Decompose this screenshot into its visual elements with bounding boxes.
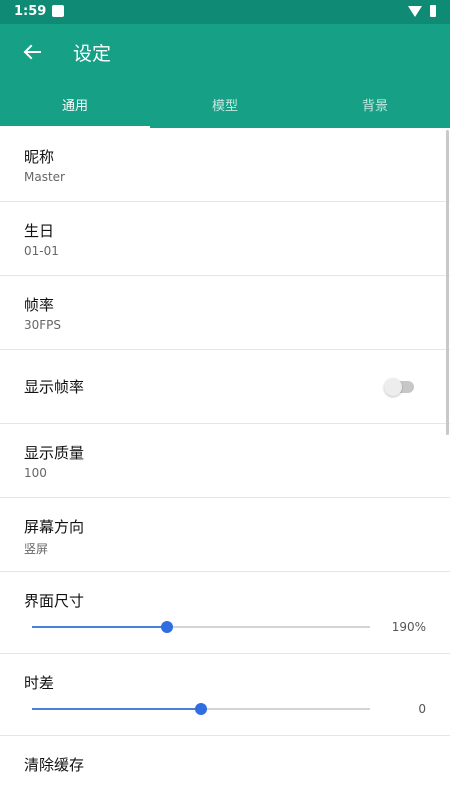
app-bar: 设定 <box>0 24 450 80</box>
setting-title: 帧率 <box>24 296 55 314</box>
notification-icon <box>52 5 64 17</box>
setting-value: 01-01 <box>24 244 59 258</box>
slider-thumb[interactable] <box>195 703 207 715</box>
wifi-icon <box>408 5 422 17</box>
setting-title: 界面尺寸 <box>24 592 85 610</box>
setting-value: Master <box>24 170 65 184</box>
slider-value: 0 <box>418 702 426 716</box>
status-time: 1:59 <box>14 4 47 19</box>
setting-title: 显示质量 <box>24 444 85 462</box>
slider-fill <box>32 708 201 710</box>
setting-display-quality[interactable]: 显示质量 100 <box>0 424 450 498</box>
show-framerate-toggle[interactable] <box>384 378 416 396</box>
arrow-back-icon <box>23 44 41 60</box>
setting-birthday[interactable]: 生日 01-01 <box>0 202 450 276</box>
settings-list: 昵称 Master 生日 01-01 帧率 30FPS 显示帧率 显示质量 10… <box>0 128 450 800</box>
setting-title: 屏幕方向 <box>24 518 85 536</box>
setting-title: 时差 <box>24 674 55 692</box>
setting-nickname[interactable]: 昵称 Master <box>0 128 450 202</box>
tab-bar: 通用 模型 背景 <box>0 80 450 128</box>
tab-model[interactable]: 模型 <box>150 80 300 128</box>
slider-fill <box>32 626 168 628</box>
scrollbar[interactable] <box>446 130 449 435</box>
slider-value: 190% <box>391 620 426 634</box>
status-icons <box>408 5 436 17</box>
setting-value: 竖屏 <box>24 542 49 556</box>
setting-framerate[interactable]: 帧率 30FPS <box>0 276 450 350</box>
status-bar: 1:59 <box>0 0 450 24</box>
setting-title: 显示帧率 <box>24 378 85 396</box>
setting-clear-cache[interactable]: 清除缓存 <box>0 736 450 800</box>
setting-title: 清除缓存 <box>24 756 85 774</box>
setting-orientation[interactable]: 屏幕方向 竖屏 <box>0 498 450 572</box>
toggle-thumb <box>384 378 402 396</box>
setting-title: 昵称 <box>24 148 55 166</box>
tab-general[interactable]: 通用 <box>0 80 150 128</box>
ui-size-slider[interactable] <box>32 621 370 633</box>
slider-thumb[interactable] <box>161 621 174 633</box>
battery-icon <box>430 5 436 17</box>
page-title: 设定 <box>73 43 112 65</box>
setting-value: 100 <box>24 466 47 480</box>
setting-time-offset: 时差 0 <box>0 654 450 736</box>
setting-title: 生日 <box>24 222 55 240</box>
tab-background[interactable]: 背景 <box>300 80 450 128</box>
setting-show-framerate: 显示帧率 <box>0 350 450 424</box>
setting-ui-size: 界面尺寸 190% <box>0 572 450 654</box>
setting-value: 30FPS <box>24 318 62 332</box>
time-offset-slider[interactable] <box>32 703 370 715</box>
back-button[interactable] <box>14 34 50 70</box>
